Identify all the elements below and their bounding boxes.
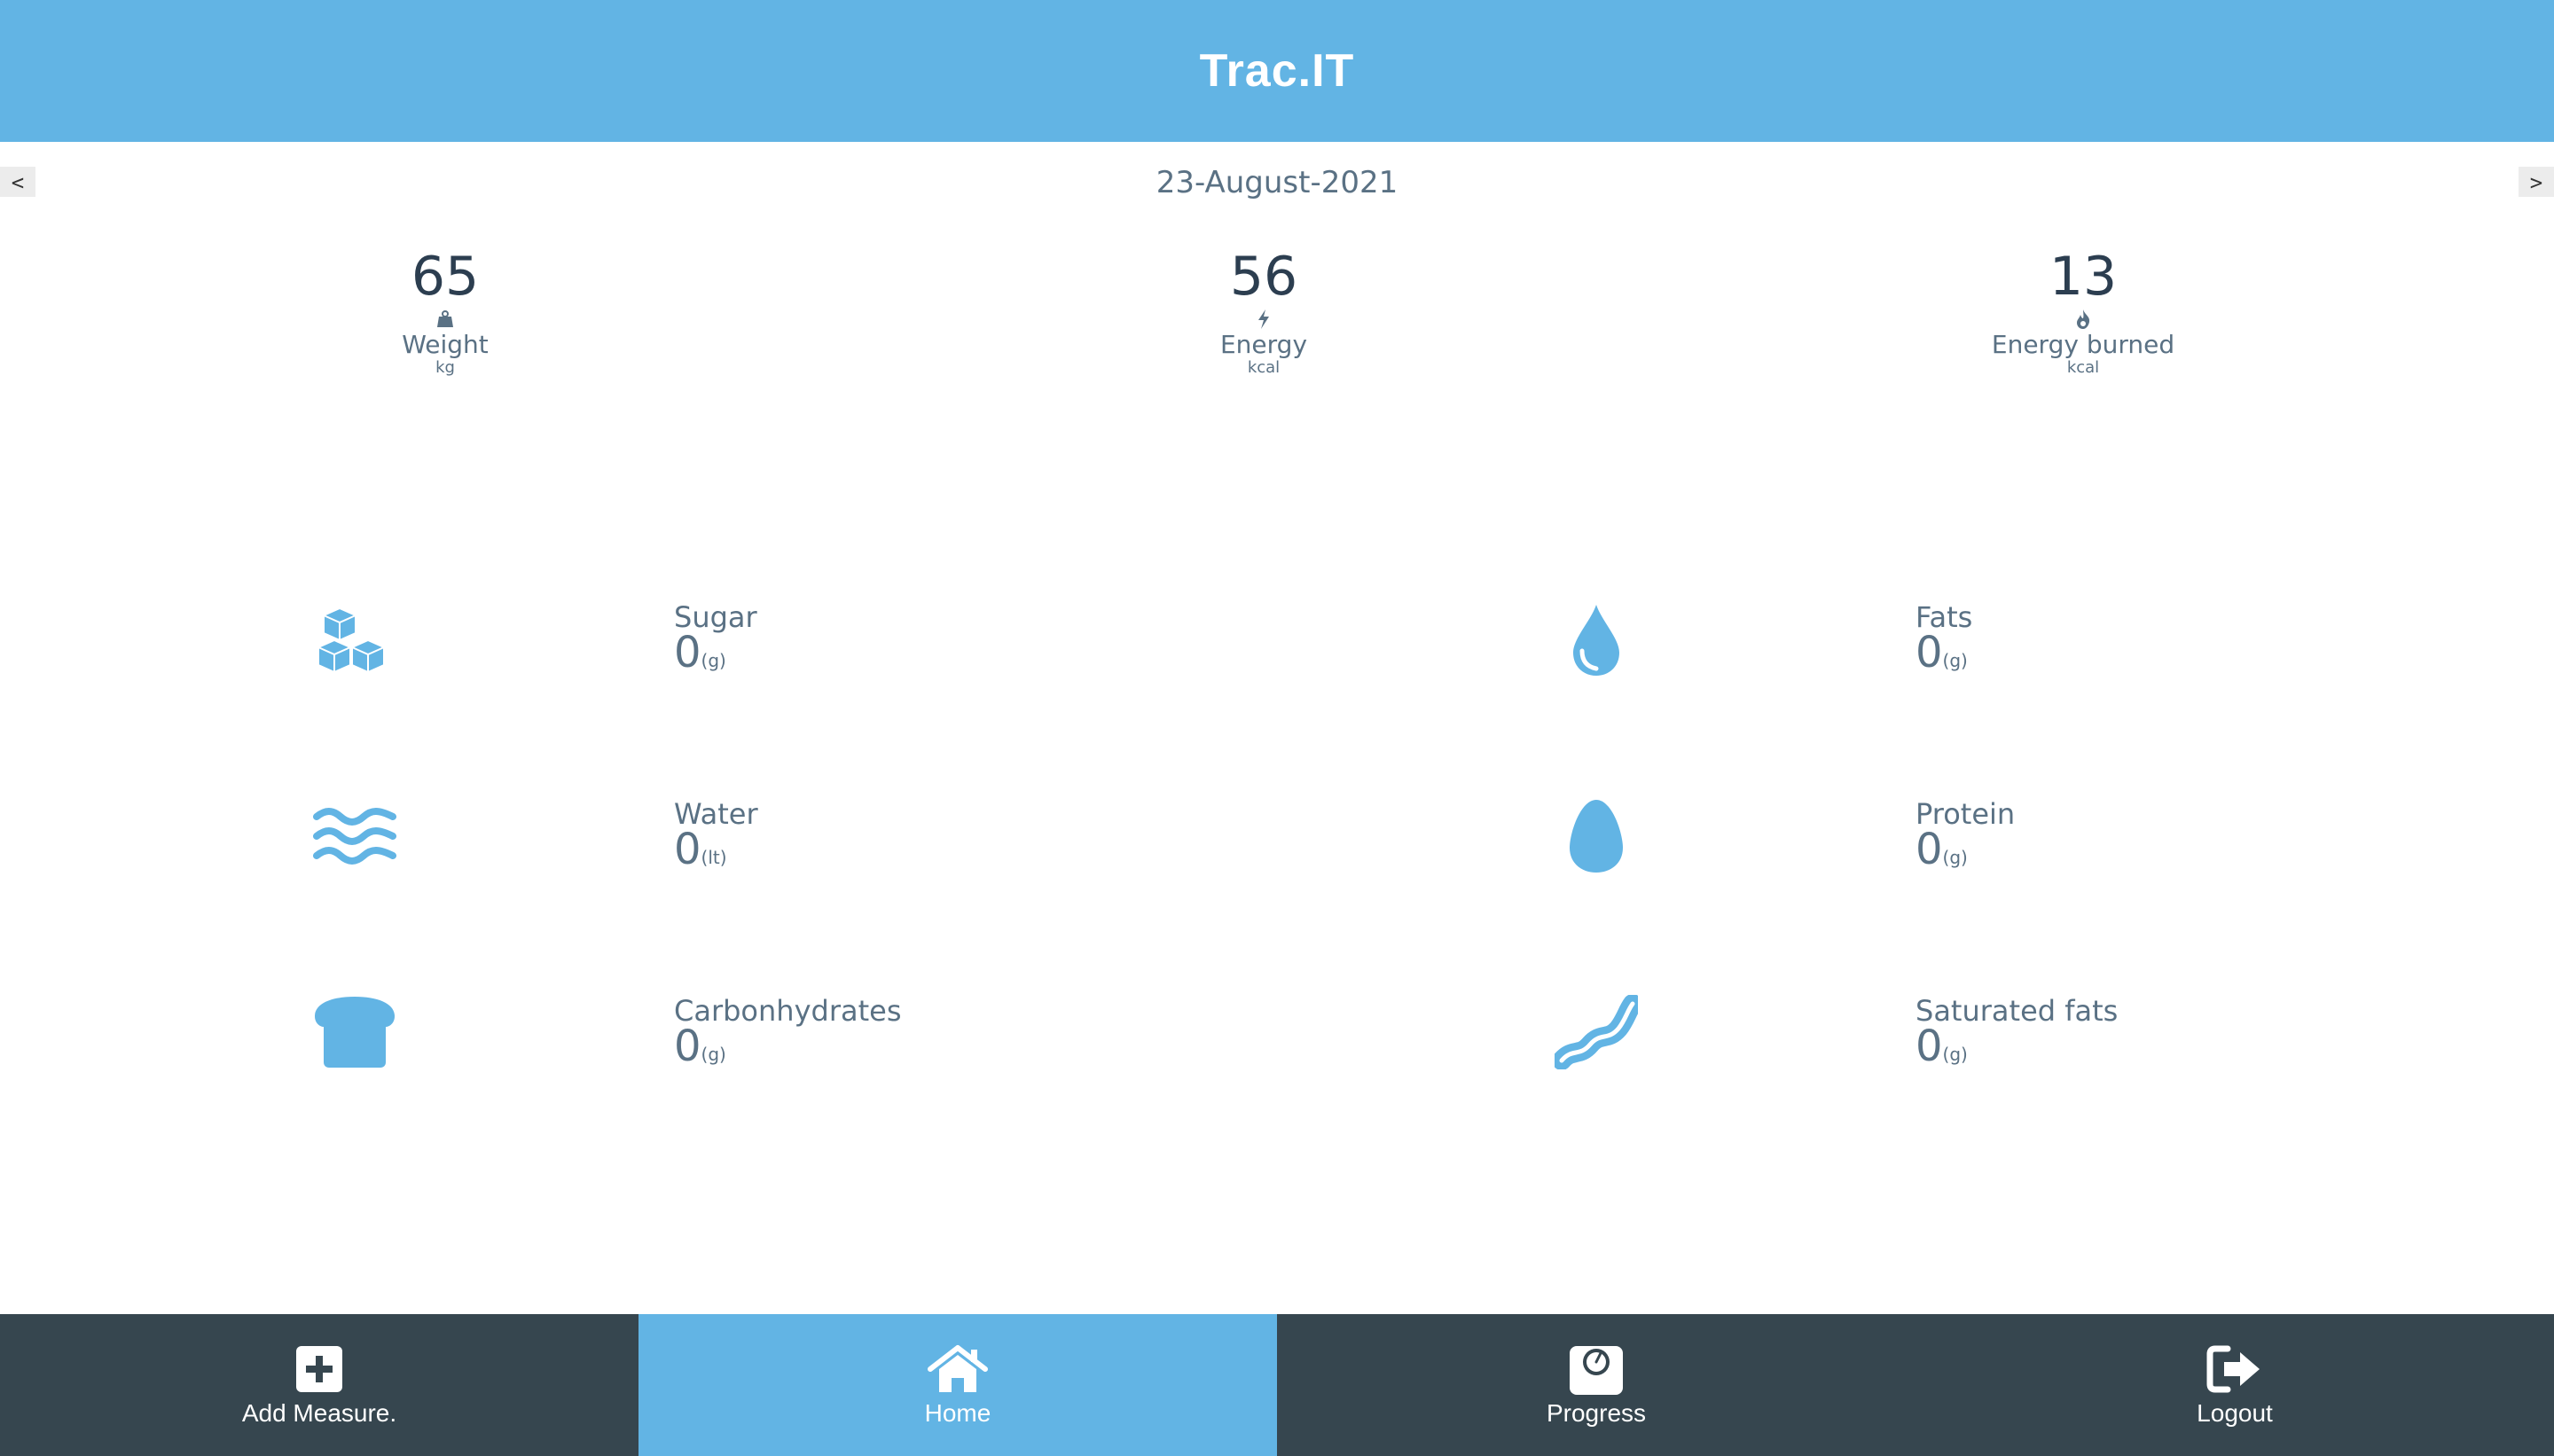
weight-unit: kg bbox=[435, 358, 455, 377]
carbonhydrates-item: Carbonhydrates 0(g) bbox=[674, 994, 902, 1068]
next-day-button[interactable]: > bbox=[2519, 167, 2554, 197]
tab-logout-label: Logout bbox=[2197, 1399, 2273, 1427]
weight-icon bbox=[268, 309, 623, 331]
protein-unit: (g) bbox=[1942, 847, 1968, 868]
bacon-icon bbox=[1552, 988, 1641, 1076]
tab-add-measure[interactable]: Add Measure. bbox=[0, 1314, 638, 1456]
water-unit: (lt) bbox=[701, 847, 727, 868]
carbonhydrates-unit: (g) bbox=[701, 1044, 726, 1065]
bottom-nav: Add Measure. Home Progress Logout bbox=[0, 1314, 2554, 1456]
energy-value: 56 bbox=[1229, 246, 1298, 308]
app-header: Trac.IT bbox=[0, 0, 2554, 142]
fats-unit: (g) bbox=[1942, 650, 1968, 671]
bolt-icon bbox=[1086, 309, 1441, 331]
tab-progress-label: Progress bbox=[1546, 1399, 1647, 1427]
energy-burned-label: Energy burned bbox=[1991, 330, 2175, 359]
energy-unit: kcal bbox=[1247, 358, 1281, 377]
protein-item: Protein 0(g) bbox=[1916, 798, 2015, 871]
sugar-unit: (g) bbox=[701, 650, 726, 671]
current-date: 23-August-2021 bbox=[1156, 165, 1398, 200]
tab-logout[interactable]: Logout bbox=[1916, 1314, 2554, 1456]
sugar-amount: 0 bbox=[674, 628, 701, 677]
logout-icon bbox=[2206, 1342, 2263, 1396]
date-navigator: < 23-August-2021 > bbox=[0, 167, 2554, 200]
saturated-fats-unit: (g) bbox=[1942, 1044, 1968, 1065]
tab-progress[interactable]: Progress bbox=[1277, 1314, 1916, 1456]
carbonhydrates-label: Carbonhydrates bbox=[674, 994, 902, 1028]
tab-home-label: Home bbox=[924, 1399, 991, 1427]
flame-icon bbox=[1906, 309, 2260, 331]
energy-label: Energy bbox=[1219, 330, 1308, 359]
protein-amount: 0 bbox=[1916, 825, 1943, 874]
plus-square-icon bbox=[295, 1342, 343, 1396]
water-waves-icon bbox=[310, 792, 399, 881]
scale-icon bbox=[1569, 1342, 1624, 1396]
carbonhydrates-amount: 0 bbox=[674, 1022, 701, 1071]
fats-amount: 0 bbox=[1916, 628, 1943, 677]
energy-stat: 56 Energy kcal bbox=[1086, 244, 1441, 377]
egg-icon bbox=[1552, 792, 1641, 881]
water-item: Water 0(lt) bbox=[674, 798, 758, 871]
saturated-fats-amount: 0 bbox=[1916, 1022, 1943, 1071]
weight-stat: 65 Weight kg bbox=[268, 244, 623, 377]
energy-burned-stat: 13 Energy burned kcal bbox=[1906, 244, 2260, 377]
sugar-item: Sugar 0(g) bbox=[674, 601, 757, 674]
energy-burned-unit: kcal bbox=[2066, 358, 2100, 377]
app-title: Trac.IT bbox=[1199, 45, 1355, 97]
saturated-fats-item: Saturated fats 0(g) bbox=[1916, 994, 2119, 1068]
weight-label: Weight bbox=[402, 330, 489, 359]
water-amount: 0 bbox=[674, 825, 701, 874]
oil-drop-icon bbox=[1552, 596, 1641, 685]
energy-burned-value: 13 bbox=[2049, 246, 2118, 308]
bread-icon bbox=[310, 988, 399, 1076]
saturated-fats-label: Saturated fats bbox=[1916, 994, 2119, 1028]
fats-item: Fats 0(g) bbox=[1916, 601, 1972, 674]
home-icon bbox=[927, 1342, 989, 1396]
tab-home[interactable]: Home bbox=[638, 1314, 1277, 1456]
weight-value: 65 bbox=[411, 246, 480, 308]
tab-add-measure-label: Add Measure. bbox=[241, 1399, 397, 1427]
sugar-cubes-icon bbox=[310, 596, 399, 685]
